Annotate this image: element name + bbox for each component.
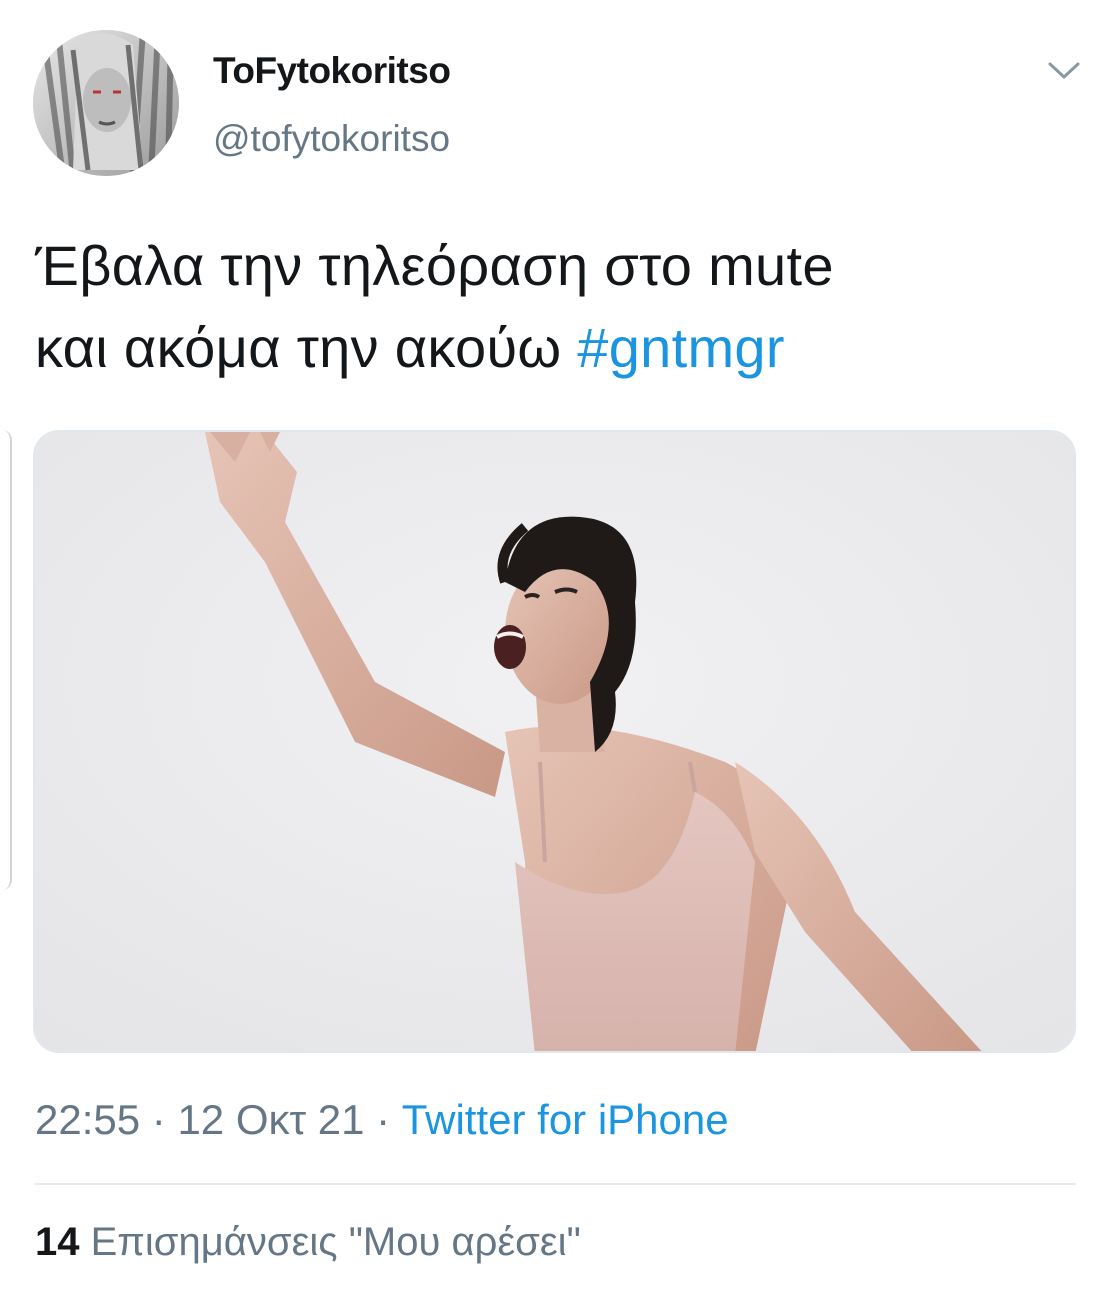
display-name[interactable]: ToFytokoritso	[213, 50, 451, 92]
avatar[interactable]	[33, 30, 179, 176]
likes-label: Επισημάνσεις "Μου αρέσει"	[90, 1220, 581, 1264]
tweet-text-line: Έβαλα την τηλεόραση στο mute	[35, 234, 834, 297]
chevron-down-icon[interactable]	[1044, 56, 1084, 86]
likes-stat[interactable]: 14 Επισημάνσεις "Μου αρέσει"	[35, 1220, 581, 1265]
tweet: ToFytokoritso @tofytokoritso Έβαλα την τ…	[0, 0, 1110, 1300]
tweet-date[interactable]: 12 Οκτ 21	[177, 1096, 364, 1143]
tweet-time[interactable]: 22:55	[35, 1096, 140, 1143]
tweet-source-link[interactable]: Twitter for iPhone	[402, 1096, 729, 1143]
meta-separator: ·	[140, 1096, 178, 1143]
divider	[35, 1183, 1076, 1185]
tweet-text: Έβαλα την τηλεόραση στο mute και ακόμα τ…	[35, 225, 1075, 389]
hashtag-link[interactable]: #gntmgr	[577, 316, 785, 379]
tweet-media-photo[interactable]	[33, 430, 1076, 1053]
page-edge-decoration	[0, 430, 12, 890]
meta-separator: ·	[364, 1096, 402, 1143]
tweet-meta: 22:55 · 12 Οκτ 21 · Twitter for iPhone	[35, 1096, 729, 1144]
tweet-text-fragment: και ακόμα την ακούω	[35, 316, 562, 379]
likes-count: 14	[35, 1220, 80, 1264]
tweet-text-line: και ακόμα την ακούω #gntmgr	[35, 307, 1075, 389]
user-handle[interactable]: @tofytokoritso	[213, 118, 450, 160]
